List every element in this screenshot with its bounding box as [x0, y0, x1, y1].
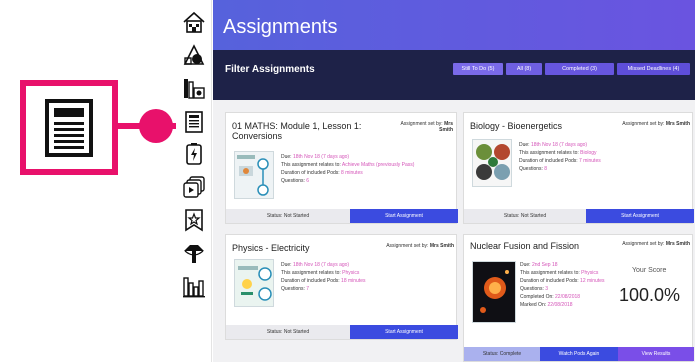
callout-dot — [139, 109, 173, 143]
card-meta: Due: 18th Nov 18 (7 days ago) This assig… — [519, 142, 601, 172]
chart-icon[interactable] — [182, 274, 206, 298]
score-label: Your Score — [632, 267, 667, 274]
filter-all-button[interactable]: All (8) — [506, 63, 542, 75]
assignment-set-by: Assignment set by: Mrs Smith — [622, 241, 690, 247]
document-icon — [45, 99, 93, 157]
assignment-set-by: Assignment set by: Mrs Smith — [400, 121, 453, 133]
home-icon[interactable] — [182, 10, 206, 34]
assignment-card-biology: Biology - Bioenergetics Assignment set b… — [463, 112, 694, 224]
layers-icon[interactable] — [182, 175, 206, 199]
card-meta: Due: 18th Nov 18 (7 days ago) This assig… — [281, 262, 366, 292]
card-footer: Status: Not Started Start Assignment — [464, 209, 694, 223]
card-meta: Due: 18th Nov 18 (7 days ago) This assig… — [281, 154, 415, 184]
start-assignment-button[interactable]: Start Assignment — [586, 209, 694, 223]
start-assignment-button[interactable]: Start Assignment — [350, 325, 458, 339]
card-thumbnail — [234, 151, 274, 199]
filter-still-to-do-button[interactable]: Still To Do (5) — [453, 63, 503, 75]
status-label: Status: Not Started — [226, 325, 350, 339]
assignment-set-by: Assignment set by: Mrs Smith — [386, 243, 454, 249]
filter-bar: Filter Assignments Still To Do (5) All (… — [213, 50, 695, 100]
card-thumbnail — [234, 259, 274, 307]
page-title: Assignments — [223, 16, 338, 38]
books-icon[interactable] — [182, 76, 206, 100]
score-value: 100.0% — [619, 285, 681, 305]
card-title: Physics - Electricity — [232, 243, 310, 253]
card-title: Nuclear Fusion and Fission — [470, 241, 580, 251]
card-footer: Status: Complete Watch Pods Again View R… — [464, 347, 694, 361]
lightbulb-icon[interactable] — [182, 241, 206, 265]
card-thumbnail — [472, 139, 512, 187]
watch-pods-again-button[interactable]: Watch Pods Again — [540, 347, 618, 361]
main-app: Assignments Filter Assignments Still To … — [213, 0, 695, 362]
card-title: 01 MATHS: Module 1, Lesson 1: Conversion… — [232, 121, 362, 141]
card-title: Biology - Bioenergetics — [470, 121, 563, 131]
card-thumbnail — [472, 261, 516, 323]
filter-completed-button[interactable]: Completed (3) — [545, 63, 614, 75]
filter-missed-deadlines-button[interactable]: Missed Deadlines (4) — [617, 63, 690, 75]
callout-highlight — [20, 80, 118, 175]
document-icon[interactable] — [182, 110, 206, 134]
card-footer: Status: Not Started Start Assignment — [226, 325, 458, 339]
header-banner: Assignments Filter Assignments Still To … — [213, 0, 695, 100]
assignment-card-physics: Physics - Electricity Assignment set by:… — [225, 234, 458, 340]
assignment-set-by: Assignment set by: Mrs Smith — [622, 121, 690, 127]
start-assignment-button[interactable]: Start Assignment — [350, 209, 458, 223]
assignment-card-maths: 01 MATHS: Module 1, Lesson 1: Conversion… — [225, 112, 458, 224]
shapes-icon[interactable] — [182, 44, 206, 68]
filter-label: Filter Assignments — [225, 64, 315, 75]
star-icon[interactable] — [182, 208, 206, 232]
battery-icon[interactable] — [182, 142, 206, 166]
status-label: Status: Complete — [464, 347, 540, 361]
status-label: Status: Not Started — [464, 209, 586, 223]
card-meta: Due: 2nd Sep 18 This assignment relates … — [520, 262, 605, 308]
assignment-card-nuclear: Nuclear Fusion and Fission Assignment se… — [463, 234, 694, 362]
status-label: Status: Not Started — [226, 209, 350, 223]
icon-sidebar — [176, 0, 212, 362]
view-results-button[interactable]: View Results — [618, 347, 694, 361]
card-footer: Status: Not Started Start Assignment — [226, 209, 458, 223]
